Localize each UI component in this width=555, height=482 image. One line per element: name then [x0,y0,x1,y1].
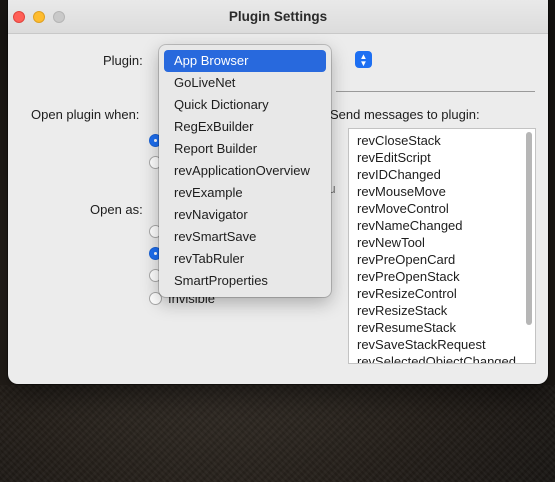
send-messages-label: Send messages to plugin: [330,107,480,122]
plugin-dropdown-menu[interactable]: App Browser GoLiveNet Quick Dictionary RegE… [159,45,331,297]
message-list-item[interactable]: revSaveStackRequest [349,336,535,353]
plugin-menu-item[interactable]: revTabRuler [164,248,326,270]
window-title: Plugin Settings [228,9,328,24]
message-list-item[interactable]: revMoveControl [349,200,535,217]
message-list-item[interactable]: revSelectedObjectChanged [349,353,535,363]
plugin-menu-item[interactable]: App Browser [164,50,326,72]
plugin-select-arrows-icon[interactable]: ▲ ▼ [355,51,372,68]
divider [336,91,535,92]
message-list-item[interactable]: revPreOpenCard [349,251,535,268]
plugin-menu-item[interactable]: RegExBuilder [164,116,326,138]
message-list-item[interactable]: revNewTool [349,234,535,251]
message-list-item[interactable]: revPreOpenStack [349,268,535,285]
desktop-background [0,385,555,482]
plugin-menu-item[interactable]: Quick Dictionary [164,94,326,116]
open-plugin-when-label: Open plugin when: [31,107,140,122]
open-as-label: Open as: [90,202,143,217]
message-list-item[interactable]: revResizeStack [349,302,535,319]
plugin-menu-item[interactable]: SmartProperties [164,270,326,292]
plugin-menu-item[interactable]: GoLiveNet [164,72,326,94]
plugin-menu-item[interactable]: revExample [164,182,326,204]
message-list-item[interactable]: revResumeStack [349,319,535,336]
message-list-item[interactable]: revResizeControl [349,285,535,302]
messages-scrollbar[interactable] [526,132,532,325]
message-list-item[interactable]: revNameChanged [349,217,535,234]
plugin-settings-window: Plugin Settings Plugin: ▲ ▼ Open plugin w… [8,0,548,384]
message-list-item[interactable]: revMouseMove [349,183,535,200]
title-bar: Plugin Settings [8,0,548,34]
plugin-menu-item[interactable]: revNavigator [164,204,326,226]
plugin-menu-item[interactable]: Report Builder [164,138,326,160]
plugin-menu-item[interactable]: revApplicationOverview [164,160,326,182]
message-list-item[interactable]: revEditScript [349,149,535,166]
plugin-menu-item[interactable]: revSmartSave [164,226,326,248]
message-list-item[interactable]: revCloseStack [349,132,535,149]
send-messages-list[interactable]: revCloseStack revEditScript revIDChanged re… [348,128,536,364]
plugin-label: Plugin: [103,53,143,68]
message-list-item[interactable]: revIDChanged [349,166,535,183]
